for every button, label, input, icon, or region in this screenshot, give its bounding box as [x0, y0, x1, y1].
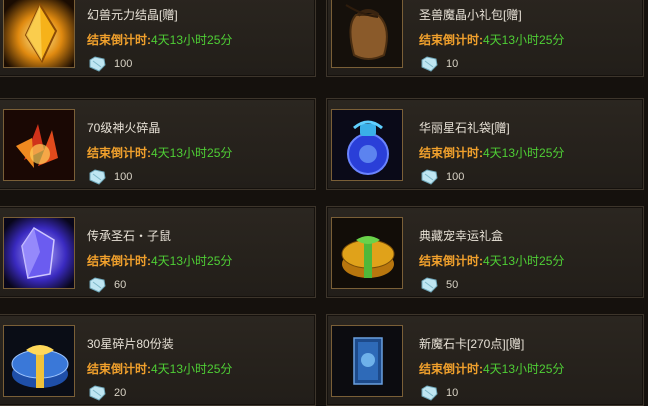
countdown-value: 4天13小时25分 [483, 362, 565, 376]
item-price: 100 [87, 169, 132, 185]
price-value: 20 [114, 387, 127, 399]
item-card[interactable]: 新魔石卡[270点][赠] 结束倒计时:4天13小时25分 10 [326, 314, 644, 406]
countdown-value: 4天13小时25分 [151, 254, 233, 268]
price-value: 10 [446, 387, 459, 399]
price-value: 100 [446, 171, 465, 183]
item-price: 100 [419, 169, 464, 185]
countdown-label: 结束倒计时: [419, 146, 483, 160]
item-thumbnail[interactable] [331, 0, 403, 68]
countdown: 结束倒计时:4天13小时25分 [419, 31, 564, 48]
magic-card-icon [332, 326, 402, 396]
item-thumbnail[interactable] [3, 0, 75, 68]
item-thumbnail[interactable] [331, 109, 403, 181]
item-name: 圣兽魔晶小礼包[赠] [419, 8, 522, 22]
item-card[interactable]: 30星碎片80份装 结束倒计时:4天13小时25分 20 [0, 314, 316, 406]
countdown-value: 4天13小时25分 [151, 33, 233, 47]
countdown-label: 结束倒计时: [87, 33, 151, 47]
item-thumbnail[interactable] [3, 217, 75, 289]
item-thumbnail[interactable] [331, 217, 403, 289]
diamond-currency-icon [89, 56, 106, 72]
item-card[interactable]: 圣兽魔晶小礼包[赠] 结束倒计时:4天13小时25分 10 [326, 0, 644, 77]
countdown-label: 结束倒计时: [419, 254, 483, 268]
item-thumbnail[interactable] [331, 325, 403, 397]
item-card[interactable]: 典藏宠幸运礼盒 结束倒计时:4天13小时25分 50 [326, 206, 644, 298]
diamond-currency-icon [89, 385, 106, 401]
blue-potion-bag-icon [332, 110, 402, 180]
item-card[interactable]: 70级神火碎晶 结束倒计时:4天13小时25分 100 [0, 98, 316, 190]
diamond-currency-icon [421, 56, 438, 72]
diamond-currency-icon [89, 169, 106, 185]
countdown-label: 结束倒计时: [419, 33, 483, 47]
item-price: 50 [419, 277, 458, 293]
item-name: 典藏宠幸运礼盒 [419, 229, 504, 243]
item-price: 10 [419, 56, 458, 72]
item-name: 传承圣石・子鼠 [87, 229, 172, 243]
countdown: 结束倒计时:4天13小时25分 [419, 360, 564, 377]
diamond-currency-icon [421, 277, 438, 293]
blue-gift-box-icon [4, 326, 74, 396]
countdown: 结束倒计时:4天13小时25分 [87, 144, 232, 161]
price-value: 60 [114, 279, 127, 291]
fire-crystal-icon [4, 110, 74, 180]
price-value: 10 [446, 58, 459, 70]
countdown-value: 4天13小时25分 [483, 33, 565, 47]
diamond-currency-icon [421, 385, 438, 401]
countdown-label: 结束倒计时: [87, 362, 151, 376]
item-name: 幻兽元力结晶[赠] [87, 8, 178, 22]
item-name: 70级神火碎晶 [87, 121, 161, 135]
item-price: 60 [87, 277, 126, 293]
countdown: 结束倒计时:4天13小时25分 [87, 252, 232, 269]
price-value: 100 [114, 58, 133, 70]
item-price: 100 [87, 56, 132, 72]
item-name: 华丽星石礼袋[赠] [419, 121, 510, 135]
countdown: 结束倒计时:4天13小时25分 [419, 144, 564, 161]
countdown-value: 4天13小时25分 [483, 146, 565, 160]
purple-gem-icon [4, 218, 74, 288]
countdown-value: 4天13小时25分 [151, 362, 233, 376]
countdown: 结束倒计时:4天13小时25分 [419, 252, 564, 269]
countdown-value: 4天13小时25分 [483, 254, 565, 268]
item-card[interactable]: 幻兽元力结晶[赠] 结束倒计时:4天13小时25分 100 [0, 0, 316, 77]
round-gift-box-icon [332, 218, 402, 288]
item-price: 20 [87, 385, 126, 401]
countdown: 结束倒计时:4天13小时25分 [87, 31, 232, 48]
leather-pouch-icon [332, 0, 402, 67]
price-value: 50 [446, 279, 459, 291]
diamond-currency-icon [89, 277, 106, 293]
item-card[interactable]: 传承圣石・子鼠 结束倒计时:4天13小时25分 60 [0, 206, 316, 298]
item-price: 10 [419, 385, 458, 401]
item-thumbnail[interactable] [3, 325, 75, 397]
countdown-label: 结束倒计时: [419, 362, 483, 376]
diamond-currency-icon [421, 169, 438, 185]
item-thumbnail[interactable] [3, 109, 75, 181]
countdown: 结束倒计时:4天13小时25分 [87, 360, 232, 377]
countdown-label: 结束倒计时: [87, 254, 151, 268]
price-value: 100 [114, 171, 133, 183]
item-name: 30星碎片80份装 [87, 337, 174, 351]
item-card[interactable]: 华丽星石礼袋[赠] 结束倒计时:4天13小时25分 100 [326, 98, 644, 190]
countdown-value: 4天13小时25分 [151, 146, 233, 160]
amber-crystal-icon [4, 0, 74, 67]
item-name: 新魔石卡[270点][赠] [419, 337, 525, 351]
item-grid: 幻兽元力结晶[赠] 结束倒计时:4天13小时25分 100 圣兽魔晶小礼包[赠]… [0, 0, 648, 406]
countdown-label: 结束倒计时: [87, 146, 151, 160]
